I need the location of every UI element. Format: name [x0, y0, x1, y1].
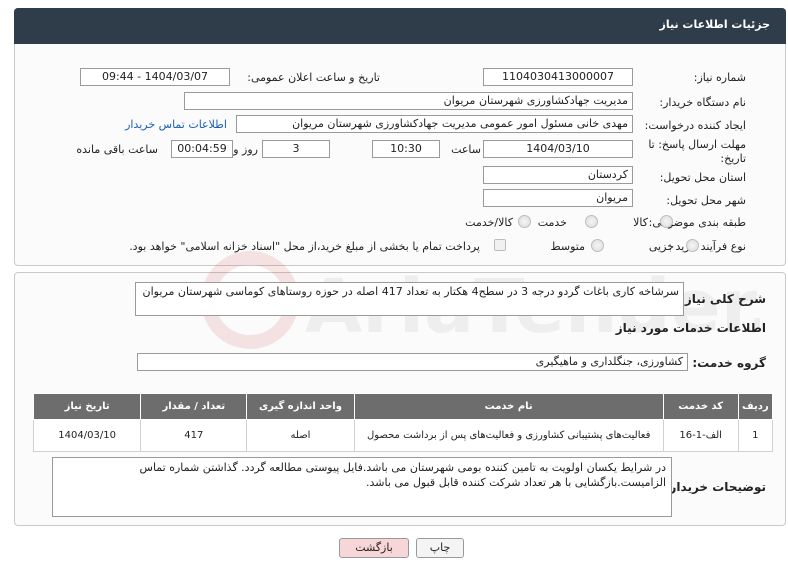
- summary-textarea[interactable]: سرشاخه کاری باغات گردو درجه 3 در سطح4 هک…: [135, 282, 684, 316]
- province-field[interactable]: کردستان: [483, 166, 633, 184]
- category-radio-goods[interactable]: [660, 215, 673, 228]
- back-button[interactable]: بازگشت: [339, 538, 409, 558]
- category-radio-service[interactable]: [585, 215, 598, 228]
- treasury-note: پرداخت تمام یا بخشی از مبلغ خرید،از محل …: [129, 240, 480, 253]
- print-button[interactable]: چاپ: [416, 538, 464, 558]
- services-table: ردیف کد خدمت نام خدمت واحد اندازه گیری ت…: [32, 393, 774, 452]
- announce-field[interactable]: 1404/03/07 - 09:44: [80, 68, 230, 86]
- service-group-field[interactable]: کشاورزی، جنگلداری و ماهیگیری: [137, 353, 688, 371]
- process-label: نوع فرآیند خرید :: [668, 240, 746, 253]
- buyer-notes-text: در شرایط یکسان اولویت به تامین کننده بوم…: [139, 461, 666, 489]
- deadline-time-field[interactable]: 10:30: [372, 140, 440, 158]
- process-option-minor: جزیی: [648, 240, 674, 253]
- cell-unit: اصله: [246, 419, 355, 452]
- col-date: تاریخ نیاز: [32, 393, 142, 420]
- need-number-field[interactable]: 1104030413000007: [483, 68, 633, 86]
- remaining-time-field[interactable]: 00:04:59: [171, 140, 233, 158]
- panel-header: جزئیات اطلاعات نیاز: [14, 8, 786, 44]
- creator-field[interactable]: مهدی خانی مسئول امور عمومی مدیریت جهادکش…: [236, 115, 633, 133]
- city-field[interactable]: مریوان: [483, 189, 633, 207]
- category-option-goods: کالا: [633, 216, 648, 229]
- table-row: 1 الف-1-16 فعالیت‌های پشتیبانی کشاورزی و…: [32, 419, 774, 452]
- need-number-label: شماره نیاز:: [693, 71, 746, 84]
- buyer-org-field[interactable]: مدیریت جهادکشاورزی شهرستان مریوان: [184, 92, 633, 110]
- cell-name: فعالیت‌های پشتیبانی کشاورزی و فعالیت‌های…: [353, 419, 664, 452]
- buyer-notes-textarea[interactable]: در شرایط یکسان اولویت به تامین کننده بوم…: [52, 457, 672, 517]
- cell-date: 1404/03/10: [32, 419, 142, 452]
- creator-label: ایجاد کننده درخواست:: [644, 119, 746, 132]
- buyer-org-label: نام دستگاه خریدار:: [659, 96, 746, 109]
- col-row: ردیف: [737, 393, 774, 420]
- deadline-time-label: ساعت: [451, 143, 481, 156]
- announce-label: تاریخ و ساعت اعلان عمومی:: [247, 71, 380, 84]
- buyer-notes-label: توضیحات خریدار:: [664, 480, 766, 494]
- col-code: کد خدمت: [662, 393, 739, 420]
- treasury-checkbox[interactable]: [494, 239, 506, 251]
- category-option-service: خدمت: [537, 216, 567, 229]
- services-section-title: اطلاعات خدمات مورد نیاز: [615, 321, 766, 335]
- panel-title: جزئیات اطلاعات نیاز: [659, 18, 771, 31]
- summary-text: سرشاخه کاری باغات گردو درجه 3 در سطح4 هک…: [142, 285, 679, 298]
- contact-link[interactable]: اطلاعات تماس خریدار: [125, 118, 227, 131]
- summary-label: شرح کلی نیاز:: [680, 292, 766, 306]
- process-option-medium: متوسط: [550, 240, 585, 253]
- category-radio-goods-service[interactable]: [518, 215, 531, 228]
- deadline-label-line2: تاریخ:: [720, 152, 746, 165]
- cell-row: 1: [737, 419, 774, 452]
- days-label: روز و: [233, 143, 258, 156]
- process-radio-medium[interactable]: [591, 239, 604, 252]
- col-unit: واحد اندازه گیری: [246, 393, 355, 420]
- city-label: شهر محل تحویل:: [666, 194, 746, 207]
- col-qty: تعداد / مقدار: [140, 393, 248, 420]
- col-name: نام خدمت: [353, 393, 664, 420]
- remaining-label: ساعت باقی مانده: [76, 143, 158, 156]
- deadline-date-field[interactable]: 1404/03/10: [483, 140, 633, 158]
- province-label: استان محل تحویل:: [659, 171, 746, 184]
- cell-qty: 417: [140, 419, 248, 452]
- service-group-label: گروه خدمت:: [692, 356, 766, 370]
- days-field[interactable]: 3: [262, 140, 330, 158]
- deadline-label-line1: مهلت ارسال پاسخ: تا: [648, 138, 746, 151]
- cell-code: الف-1-16: [662, 419, 739, 452]
- category-option-goods-service: کالا/خدمت: [465, 216, 513, 229]
- services-table-header: ردیف کد خدمت نام خدمت واحد اندازه گیری ت…: [32, 393, 774, 420]
- process-radio-minor[interactable]: [686, 239, 699, 252]
